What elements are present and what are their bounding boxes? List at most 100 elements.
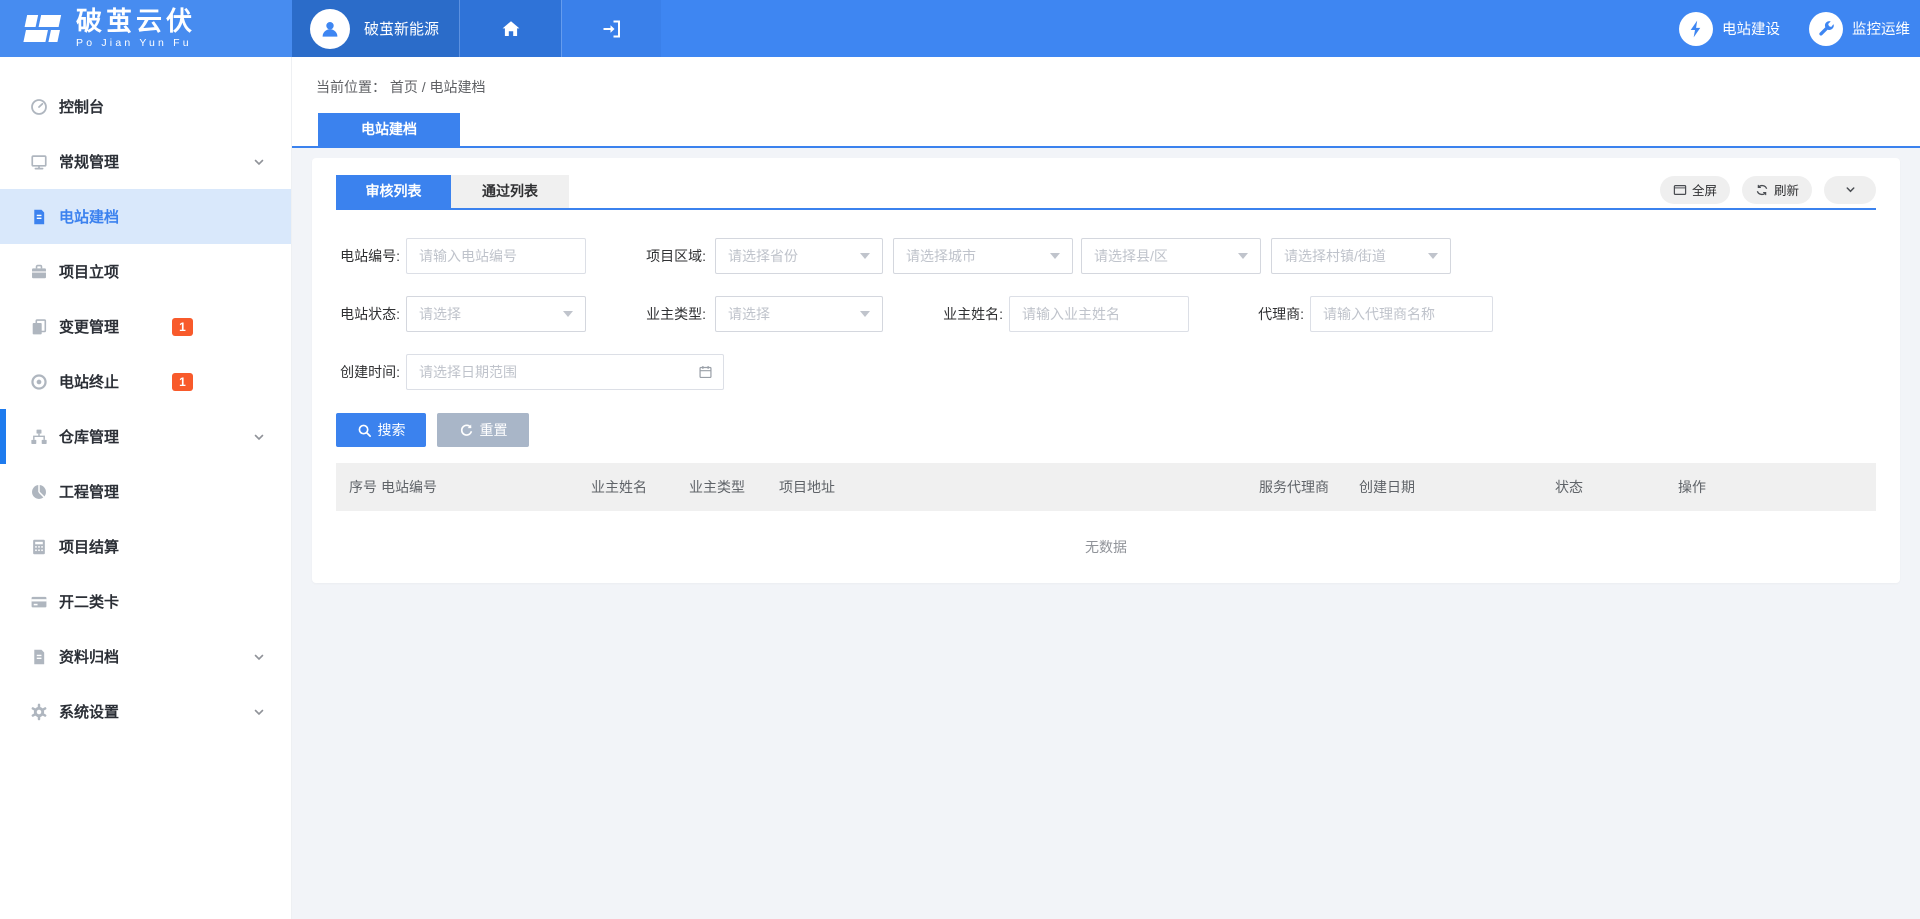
- sidebar-item-label: 变更管理: [59, 316, 119, 337]
- column-header: 创建日期: [1359, 477, 1555, 497]
- caret-down-icon: [860, 311, 870, 317]
- owner-type-select[interactable]: 请选择: [715, 296, 883, 332]
- caret-down-icon: [1050, 253, 1060, 259]
- tab-passed-list[interactable]: 通过列表: [451, 175, 569, 208]
- sidebar-item-label: 资料归档: [59, 646, 119, 667]
- company-name: 破茧新能源: [364, 18, 439, 39]
- main-panel: 审核列表 通过列表 全屏: [312, 158, 1900, 583]
- chevron-down-icon: [253, 156, 265, 168]
- sidebar-item-project-initiation[interactable]: 项目立项: [0, 244, 291, 299]
- chevron-down-icon: [253, 651, 265, 663]
- region-label: 项目区域:: [638, 246, 706, 266]
- sidebar-item-change-mgmt[interactable]: 变更管理 1: [0, 299, 291, 354]
- page-tab-station-archive[interactable]: 电站建档: [318, 113, 460, 146]
- tab-review-list[interactable]: 审核列表: [336, 175, 451, 208]
- calendar-icon: [698, 365, 713, 380]
- empty-state: 无数据: [336, 511, 1876, 583]
- sidebar-item-engineering-mgmt[interactable]: 工程管理: [0, 464, 291, 519]
- brand-title: 破茧云伏: [76, 8, 196, 35]
- station-no-label: 电站编号:: [336, 246, 400, 266]
- station-no-input[interactable]: [406, 238, 586, 274]
- avatar[interactable]: [310, 9, 350, 49]
- briefcase-icon: [30, 263, 50, 281]
- page-body: 审核列表 通过列表 全屏: [292, 148, 1920, 919]
- owner-type-placeholder: 请选择: [728, 304, 852, 324]
- sidebar-item-general-mgmt[interactable]: 常规管理: [0, 134, 291, 189]
- topbar-spacer: [661, 0, 1679, 57]
- gear-icon: [30, 703, 50, 721]
- caret-down-icon: [860, 253, 870, 259]
- brand-logo-icon: [20, 11, 64, 47]
- fullscreen-label: 全屏: [1692, 180, 1717, 199]
- sidebar-item-data-archive[interactable]: 资料归档: [0, 629, 291, 684]
- create-time-label: 创建时间:: [336, 362, 400, 382]
- owner-type-label: 业主类型:: [638, 304, 706, 324]
- sidebar: 控制台 常规管理 电站建档: [0, 57, 292, 919]
- logout-button[interactable]: [561, 0, 661, 57]
- county-select[interactable]: 请选择县/区: [1081, 238, 1261, 274]
- sidebar-item-label: 电站终止: [59, 371, 119, 392]
- pie-chart-icon: [30, 483, 50, 501]
- badge: 1: [172, 373, 193, 391]
- sidebar-item-card-opening[interactable]: 开二类卡: [0, 574, 291, 629]
- reset-button[interactable]: 重置: [437, 413, 529, 447]
- column-header: 操作: [1678, 477, 1874, 497]
- column-header: 电站编号: [381, 477, 591, 497]
- filter-row-1: 电站编号: 项目区域: 请选择省份 请选择城市 请选择县/区: [336, 238, 1876, 274]
- calculator-icon: [30, 538, 50, 556]
- status-placeholder: 请选择: [419, 304, 555, 324]
- sidebar-item-system-settings[interactable]: 系统设置: [0, 684, 291, 739]
- badge: 1: [172, 318, 193, 336]
- sidebar-item-console[interactable]: 控制台: [0, 79, 291, 134]
- caret-down-icon: [1238, 253, 1248, 259]
- breadcrumb: 当前位置： 首页 / 电站建档: [292, 57, 1920, 97]
- reset-icon: [459, 423, 474, 438]
- copy-icon: [30, 318, 50, 336]
- nav-monitor-ops[interactable]: 监控运维: [1809, 12, 1910, 46]
- refresh-button[interactable]: 刷新: [1742, 176, 1812, 204]
- user-menu[interactable]: 破茧新能源: [292, 0, 459, 57]
- results-table: 序号 电站编号 业主姓名 业主类型 项目地址 服务代理商 创建日期 状态 操作 …: [336, 463, 1876, 583]
- station-status-select[interactable]: 请选择: [406, 296, 586, 332]
- wrench-icon: [1809, 12, 1843, 46]
- sitemap-icon: [30, 428, 50, 446]
- search-button[interactable]: 搜索: [336, 413, 426, 447]
- target-icon: [30, 373, 50, 391]
- home-button[interactable]: [459, 0, 561, 57]
- breadcrumb-path: 首页 / 电站建档: [390, 79, 486, 95]
- owner-name-input[interactable]: [1009, 296, 1189, 332]
- filter-row-3: 创建时间:: [336, 354, 1876, 390]
- province-select[interactable]: 请选择省份: [715, 238, 883, 274]
- nav-station-build[interactable]: 电站建设: [1679, 12, 1780, 46]
- date-range-input[interactable]: [406, 354, 724, 390]
- brand-logo: 破茧云伏 Po Jian Yun Fu: [0, 0, 292, 57]
- fullscreen-icon: [1673, 183, 1687, 197]
- sidebar-item-project-settlement[interactable]: 项目结算: [0, 519, 291, 574]
- sidebar-item-label: 常规管理: [59, 151, 119, 172]
- sidebar-item-station-archive[interactable]: 电站建档: [0, 189, 291, 244]
- nav-monitor-ops-label: 监控运维: [1852, 18, 1910, 39]
- monitor-icon: [30, 153, 50, 171]
- collapse-button[interactable]: [1824, 176, 1876, 204]
- agent-input[interactable]: [1310, 296, 1493, 332]
- dashboard-icon: [30, 98, 50, 116]
- sidebar-item-label: 系统设置: [59, 701, 119, 722]
- filter-row-2: 电站状态: 请选择 业主类型: 请选择 业主姓名: 代理商:: [336, 296, 1876, 332]
- column-header: 服务代理商: [1259, 477, 1359, 497]
- town-select[interactable]: 请选择村镇/街道: [1271, 238, 1451, 274]
- sidebar-item-label: 控制台: [59, 96, 104, 117]
- tabs-row: 审核列表 通过列表 全屏: [336, 175, 1876, 210]
- file-icon: [30, 648, 50, 666]
- city-select[interactable]: 请选择城市: [893, 238, 1073, 274]
- sidebar-item-warehouse-mgmt[interactable]: 仓库管理: [0, 409, 291, 464]
- refresh-label: 刷新: [1774, 180, 1799, 199]
- agent-label: 代理商:: [1243, 304, 1304, 324]
- topbar-nav: 电站建设 监控运维: [1679, 0, 1920, 57]
- chevron-down-icon: [253, 706, 265, 718]
- sidebar-item-station-termination[interactable]: 电站终止 1: [0, 354, 291, 409]
- content-area: 当前位置： 首页 / 电站建档 电站建档 审核列表 通过列表: [292, 57, 1920, 919]
- logout-icon: [600, 17, 624, 41]
- table-header-row: 序号 电站编号 业主姓名 业主类型 项目地址 服务代理商 创建日期 状态 操作: [336, 463, 1876, 511]
- date-range-field: [406, 354, 724, 390]
- fullscreen-button[interactable]: 全屏: [1660, 176, 1730, 204]
